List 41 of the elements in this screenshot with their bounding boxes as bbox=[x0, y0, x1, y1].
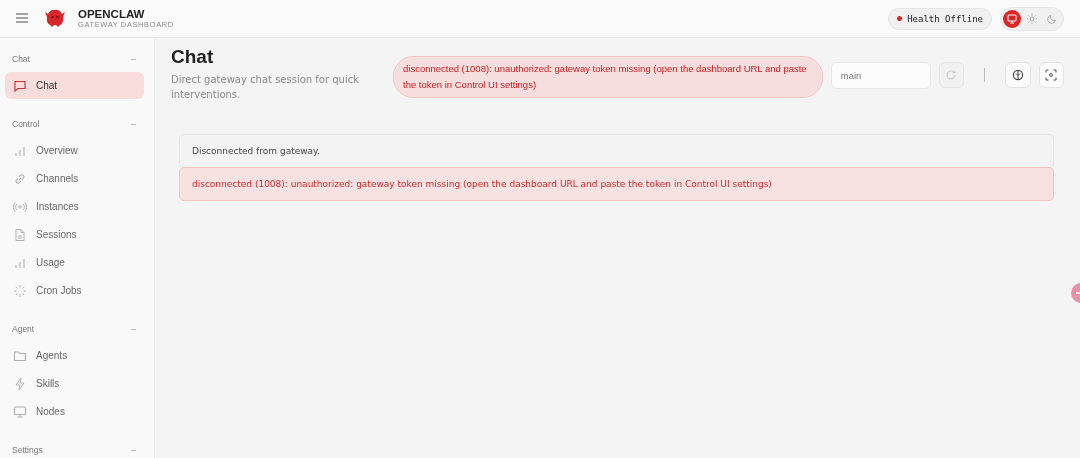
monitor-icon bbox=[1006, 12, 1018, 25]
chat-bubble-icon bbox=[13, 78, 27, 93]
nav-item[interactable]: Channels bbox=[5, 165, 144, 192]
refresh-icon bbox=[945, 69, 958, 81]
nav-item[interactable]: Usage bbox=[5, 249, 144, 276]
refresh-button[interactable] bbox=[938, 62, 965, 88]
section-header[interactable]: Agent bbox=[4, 318, 144, 342]
floating-action-icon[interactable] bbox=[1070, 282, 1080, 304]
section-header[interactable]: Control bbox=[4, 113, 144, 137]
nav-item[interactable]: Chat bbox=[5, 72, 144, 99]
health-label: Health Offline bbox=[907, 13, 983, 24]
broadcast-icon bbox=[13, 199, 27, 214]
nav-item[interactable]: Overview bbox=[5, 137, 144, 164]
monitor-icon bbox=[13, 404, 27, 419]
focus-icon bbox=[1045, 69, 1058, 81]
nav-item[interactable]: Cron Jobs bbox=[5, 277, 144, 304]
moon-icon bbox=[1046, 12, 1058, 25]
monitor-mode-button[interactable] bbox=[1003, 9, 1021, 28]
nav-item[interactable]: Instances bbox=[5, 193, 144, 220]
document-icon bbox=[13, 227, 27, 242]
logo-icon bbox=[44, 8, 66, 29]
brand-name: OPENCLAW bbox=[78, 8, 146, 21]
loader-icon bbox=[13, 283, 27, 298]
menu-icon[interactable] bbox=[16, 13, 28, 24]
nav-item[interactable]: Nodes bbox=[5, 398, 144, 425]
sun-icon bbox=[1026, 12, 1038, 25]
nav-item[interactable]: Agents bbox=[5, 342, 144, 369]
section-header[interactable]: Chat bbox=[4, 48, 144, 72]
error-message: disconnected (1008): unauthorized: gateway token missing (open the dashboard URL and paste the token in Control UI settings) bbox=[179, 167, 1054, 201]
nav-item[interactable]: Skills bbox=[5, 370, 144, 397]
page-subtitle: Direct gateway chat session for quick interventions. bbox=[171, 73, 360, 102]
link-icon bbox=[13, 171, 27, 186]
status-message: Disconnected from gateway. bbox=[179, 134, 1054, 168]
focus-button[interactable] bbox=[1038, 62, 1064, 88]
session-field[interactable]: main bbox=[830, 62, 931, 89]
nav-item[interactable]: Sessions bbox=[5, 221, 144, 248]
error-banner: disconnected (1008): unauthorized: gateway token missing (open the dashboard URL and paste the token in Control UI settings) bbox=[393, 56, 823, 98]
folder-icon bbox=[13, 348, 27, 363]
page-title: Chat bbox=[171, 46, 215, 68]
section-header[interactable]: Settings bbox=[4, 439, 144, 458]
lightning-icon bbox=[13, 376, 27, 391]
